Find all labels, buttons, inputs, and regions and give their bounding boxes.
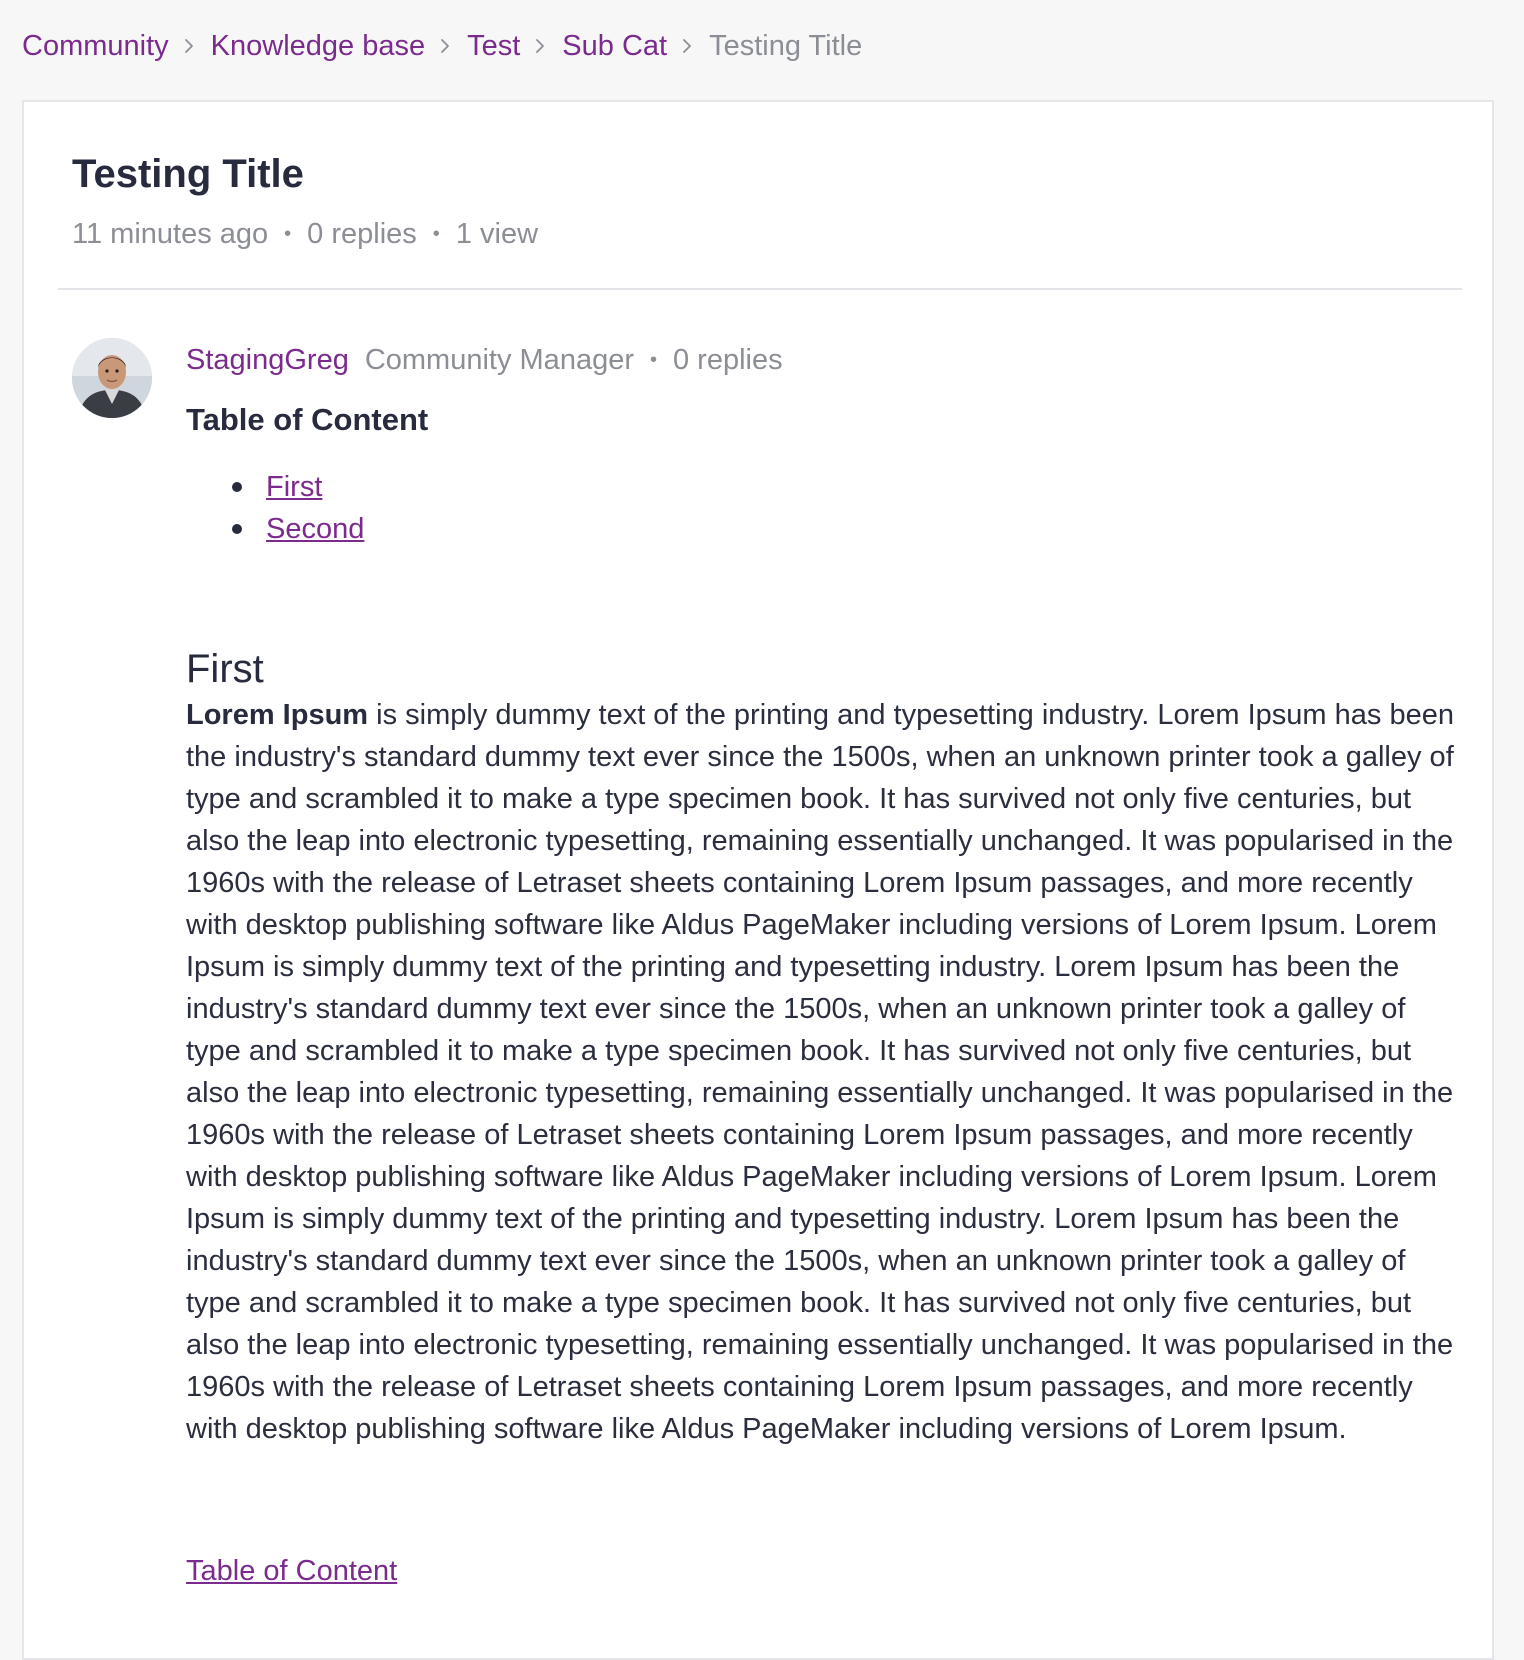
meta-separator: • <box>284 223 292 245</box>
chevron-right-icon <box>439 37 451 55</box>
breadcrumb-test[interactable]: Test <box>467 26 520 66</box>
post-replies: 0 replies <box>673 344 783 376</box>
breadcrumb-current: Testing Title <box>709 30 863 62</box>
chevron-right-icon <box>534 37 546 55</box>
toc-link-second[interactable]: Second <box>266 513 364 545</box>
topic-views: 1 view <box>455 218 539 250</box>
body-text: is simply dummy text of the printing and… <box>186 699 1454 1445</box>
post-meta: StagingGreg Community Manager • 0 replie… <box>186 340 783 380</box>
page-title: Testing Title <box>72 152 304 196</box>
meta-separator: • <box>432 223 440 245</box>
breadcrumb: Community Knowledge base Test Sub Cat Te… <box>22 26 862 66</box>
author-role: Community Manager <box>364 344 634 376</box>
chevron-right-icon <box>681 37 693 55</box>
toc-list: First Second <box>186 466 364 550</box>
breadcrumb-knowledge-base[interactable]: Knowledge base <box>211 26 425 66</box>
topic-replies: 0 replies <box>307 218 417 250</box>
back-to-toc-link[interactable]: Table of Content <box>186 1550 397 1592</box>
topic-meta: 11 minutes ago • 0 replies • 1 view <box>72 214 538 254</box>
topic-card: Testing Title 11 minutes ago • 0 replies… <box>22 100 1494 1660</box>
meta-separator: • <box>649 349 657 371</box>
list-item: First <box>186 466 364 508</box>
author-name[interactable]: StagingGreg <box>186 340 349 380</box>
divider <box>58 288 1462 290</box>
chevron-right-icon <box>183 37 195 55</box>
toc-link-first[interactable]: First <box>266 471 322 503</box>
toc-heading: Table of Content <box>186 402 429 437</box>
list-item: Second <box>186 508 364 550</box>
breadcrumb-community[interactable]: Community <box>22 26 169 66</box>
body-bold-text: Lorem Ipsum <box>186 699 369 731</box>
avatar[interactable] <box>72 338 152 418</box>
section-heading-first: First <box>186 647 264 691</box>
topic-time: 11 minutes ago <box>72 218 269 250</box>
post-body: Lorem Ipsum is simply dummy text of the … <box>186 694 1456 1450</box>
breadcrumb-sub-cat[interactable]: Sub Cat <box>562 26 667 66</box>
